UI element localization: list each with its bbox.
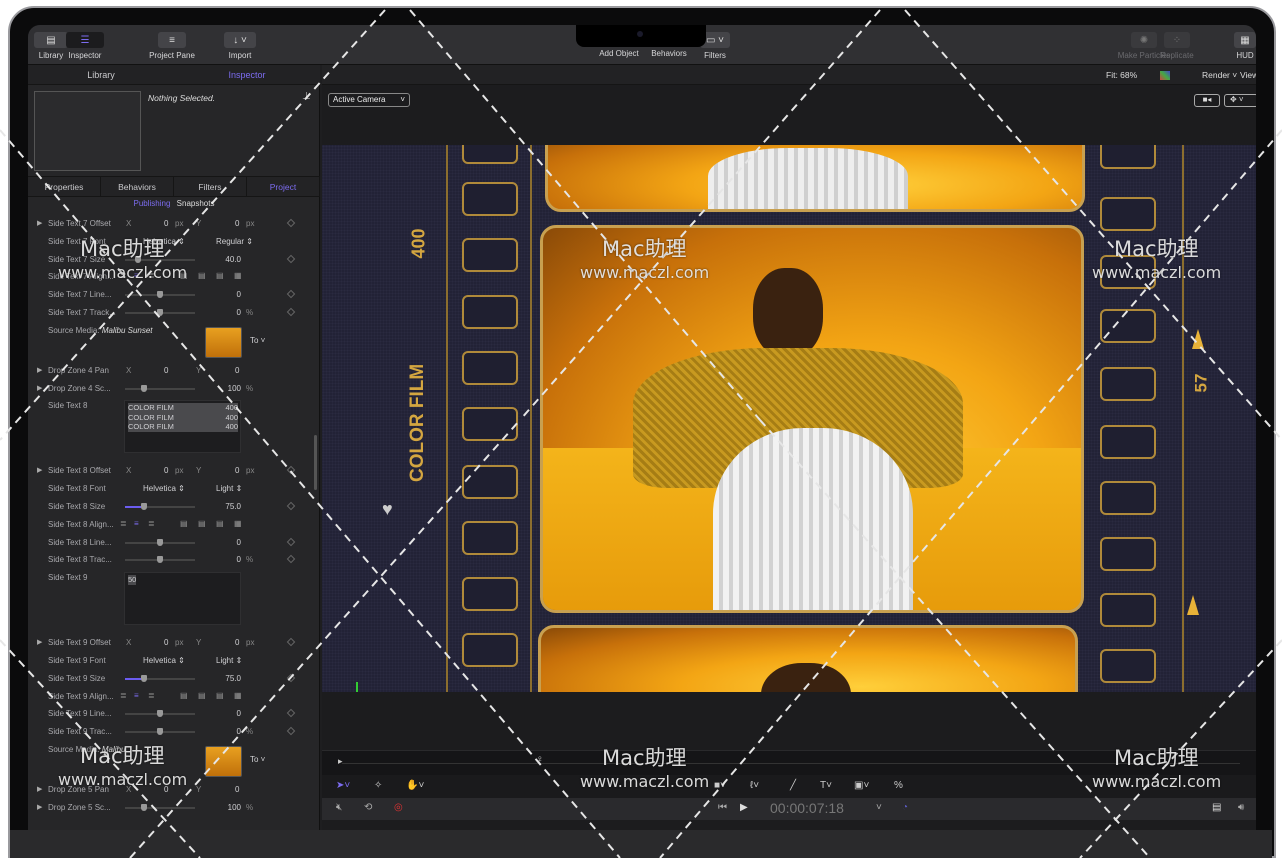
watermark-lines xyxy=(0,9,1282,858)
